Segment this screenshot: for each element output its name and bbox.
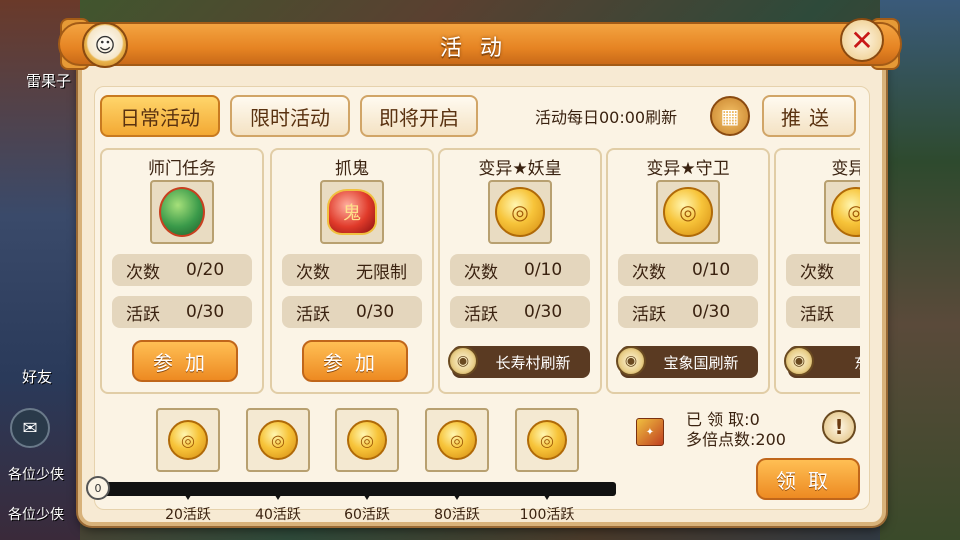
panda-mascot-icon: ☺ [82,22,128,68]
milestone-label: 20活跃 [165,507,211,523]
activity-title: 变异★妖皇 [478,159,562,179]
chat-icon[interactable]: ✉ [10,408,50,448]
progress-tick [183,492,193,500]
join-button[interactable]: 参加 [132,340,238,382]
compass-icon: ◉ [784,346,814,376]
location-button[interactable]: ◉东海 [784,346,860,378]
gold-coin-icon: ◎ [495,187,545,237]
multiplier-icon: ✦ [636,418,664,446]
player-name: 雷果子 [26,72,72,90]
tab-limited[interactable]: 限时活动 [230,95,350,137]
milestone-label: 60活跃 [344,507,390,523]
chat-line-2: 各位少侠 [8,507,64,523]
reward-box-80[interactable]: ◎ [425,408,489,472]
window-title: 活动 [439,36,520,61]
reward-coin-icon: ◎ [258,420,298,460]
activity-count: 次数 0/10 [450,254,590,286]
activity-card: 变异★妖皇 ◎ 次数 0/10 活跃 0/30 ◉ 长寿村刷新 [438,148,602,394]
ghost-mask-icon: 鬼 [327,189,377,235]
grid-icon: ▦ [720,104,740,128]
reward-box-60[interactable]: ◎ [335,408,399,472]
close-button[interactable]: ✕ [840,18,884,62]
activity-count: 次数 [786,254,860,286]
progress-tick [542,492,552,500]
activity-active: 活跃 0/30 [450,296,590,328]
progress-tick [362,492,372,500]
gourd-icon [159,187,205,237]
activity-active: 活跃 0/30 [112,296,252,328]
progress-tick [273,492,283,500]
join-button[interactable]: 参加 [302,340,408,382]
location-button[interactable]: ◉ 宝象国刷新 [616,346,758,378]
activity-card: 变异★ ◎ 次数 活跃 ◉东海 [774,148,860,394]
reward-coin-icon: ◎ [168,420,208,460]
compass-icon: ◉ [448,346,478,376]
milestone-label: 100活跃 [519,507,575,523]
milestone-label: 80活跃 [434,507,480,523]
multiplier-points: 多倍点数:200 [686,430,786,449]
refresh-note: 活动每日00:00刷新 [535,108,678,127]
activity-active: 活跃 [786,296,860,328]
claim-button[interactable]: 领取 [756,458,860,500]
claimed-count: 已 领 取:0 [686,410,760,429]
progress-tick [452,492,462,500]
claim-info: 已 领 取:0 多倍点数:200 [686,410,786,450]
activity-icon-frame[interactable] [150,180,214,244]
gold-coin-icon: ◎ [663,187,713,237]
grid-menu-button[interactable]: ▦ [710,96,750,136]
chat-line-1: 各位少侠 [8,467,64,483]
activity-count: 次数 0/10 [618,254,758,286]
activity-count: 次数 0/20 [112,254,252,286]
progress-start-value: 0 [86,476,110,500]
activity-title: 变异★ [831,159,860,179]
reward-coin-icon: ◎ [527,420,567,460]
activity-icon-frame[interactable]: ◎ [824,180,860,244]
activity-title: 变异★守卫 [646,159,730,179]
activity-card: 师门任务 次数 0/20 活跃 0/30 参加 [100,148,264,394]
game-background-right [880,0,960,540]
activity-icon-frame[interactable]: ◎ [488,180,552,244]
title-bar: 活动 [58,22,902,66]
reward-box-20[interactable]: ◎ [156,408,220,472]
activity-list[interactable]: 师门任务 次数 0/20 活跃 0/30 参加 抓鬼 鬼 次数 无限制 活跃 0/30 … [100,148,860,396]
push-button[interactable]: 推送 [762,95,856,137]
exclamation-icon: ! [834,415,844,439]
friends-label[interactable]: 好友 [22,366,52,387]
activity-title: 抓鬼 [335,159,369,179]
compass-icon: ◉ [616,346,646,376]
activity-active: 活跃 0/30 [282,296,422,328]
info-button[interactable]: ! [822,410,856,444]
location-button[interactable]: ◉ 长寿村刷新 [448,346,590,378]
reward-coin-icon: ◎ [437,420,477,460]
activity-count: 次数 无限制 [282,254,422,286]
activity-card: 抓鬼 鬼 次数 无限制 活跃 0/30 参加 [270,148,434,394]
reward-box-100[interactable]: ◎ [515,408,579,472]
activity-progress-bar [96,482,616,496]
activity-icon-frame[interactable]: 鬼 [320,180,384,244]
activity-icon-frame[interactable]: ◎ [656,180,720,244]
tab-upcoming[interactable]: 即将开启 [360,95,478,137]
tab-daily[interactable]: 日常活动 [100,95,220,137]
milestone-label: 40活跃 [255,507,301,523]
close-icon: ✕ [850,23,874,57]
activity-active: 活跃 0/30 [618,296,758,328]
reward-coin-icon: ◎ [347,420,387,460]
activity-card: 变异★守卫 ◎ 次数 0/10 活跃 0/30 ◉ 宝象国刷新 [606,148,770,394]
reward-box-40[interactable]: ◎ [246,408,310,472]
gold-coin-icon: ◎ [831,187,860,237]
activity-title: 师门任务 [148,159,216,179]
